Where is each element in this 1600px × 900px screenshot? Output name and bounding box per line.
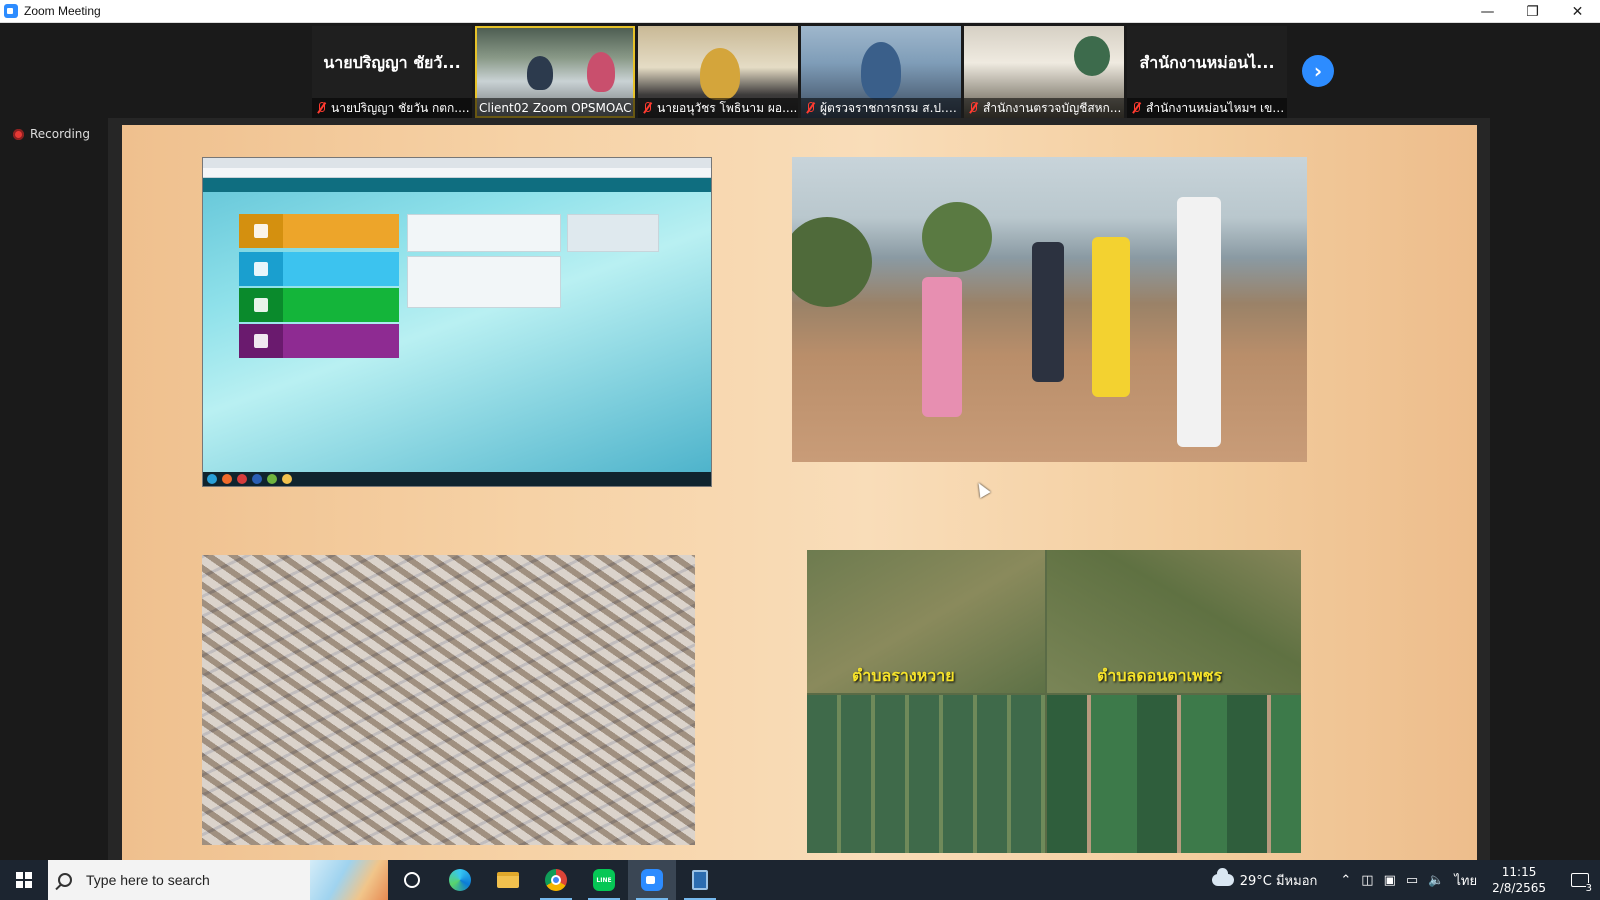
- cloud-icon: [1211, 868, 1234, 886]
- field-visit-photo: [792, 157, 1307, 462]
- participant-display-name: นายปริญญา ชัยวั...: [323, 52, 461, 72]
- mic-muted-icon: [968, 102, 978, 114]
- chrome-icon: [545, 869, 567, 891]
- participant-video-strip: นายปริญญา ชัยวั... นายปริญญา ชัยวัน กตก.…: [312, 26, 1287, 118]
- search-highlight-image: [310, 860, 388, 900]
- start-button[interactable]: [0, 860, 48, 900]
- folder-icon: [497, 872, 519, 888]
- chrome-taskbar-button[interactable]: [532, 860, 580, 900]
- network-status-icon[interactable]: ▣: [1384, 873, 1396, 888]
- participant-display-name: สำนักงานหม่อนไ...: [1139, 52, 1275, 72]
- system-tray: 29°C มีหมอก ⌃ ◫ ▣ ▭ 🔈 ไทย 11:15 2/8/2565…: [1211, 860, 1600, 900]
- action-center-button[interactable]: 3: [1560, 860, 1600, 900]
- participant-tile-active-speaker[interactable]: Client02 Zoom OPSMOAC: [475, 26, 635, 118]
- line-taskbar-button[interactable]: LINE: [580, 860, 628, 900]
- weather-text: 29°C มีหมอก: [1239, 873, 1318, 889]
- input-language-indicator[interactable]: ไทย: [1454, 870, 1477, 891]
- calculator-icon: [692, 870, 708, 890]
- meet-now-icon[interactable]: ◫: [1361, 873, 1373, 888]
- recording-label: Recording: [30, 127, 91, 141]
- participant-caption: สำนักงานตรวจบัญชีสหก...: [964, 98, 1124, 118]
- participant-name: Client02 Zoom OPSMOAC: [479, 101, 632, 115]
- window-titlebar: Zoom Meeting — ❐ ✕: [0, 0, 1600, 23]
- mic-muted-icon: [805, 102, 815, 114]
- minimize-button[interactable]: —: [1465, 0, 1510, 23]
- map-label-rang-wai: ตำบลรางหวาย: [852, 666, 955, 685]
- record-icon: [13, 128, 24, 140]
- line-icon: LINE: [593, 869, 615, 891]
- mic-muted-icon: [1131, 102, 1141, 114]
- zoom-taskbar-button[interactable]: [628, 860, 676, 900]
- chevron-up-icon[interactable]: ⌃: [1340, 873, 1351, 888]
- system-clock[interactable]: 11:15 2/8/2565: [1492, 864, 1546, 896]
- chevron-right-icon: ›: [1313, 59, 1323, 83]
- satellite-map-image: ตำบลรางหวาย ตำบลดอนตาเพชร: [807, 550, 1301, 853]
- edge-taskbar-button[interactable]: [436, 860, 484, 900]
- cortana-button[interactable]: [388, 860, 436, 900]
- participant-tile[interactable]: สำนักงานหม่อนไ... สำนักงานหม่อนไหมฯ เขต.…: [1127, 26, 1287, 118]
- weather-widget[interactable]: 29°C มีหมอก: [1211, 868, 1318, 891]
- participant-tile[interactable]: ผู้ตรวจราชการกรม ส.ป.ก....: [801, 26, 961, 118]
- zoom-app-icon: [4, 4, 18, 18]
- clock-time: 11:15: [1501, 865, 1537, 879]
- file-explorer-taskbar-button[interactable]: [484, 860, 532, 900]
- search-placeholder: Type here to search: [86, 872, 210, 888]
- calculator-taskbar-button[interactable]: [676, 860, 724, 900]
- notification-count: 3: [1585, 883, 1592, 894]
- participant-name: นายอนุวัชร โพธินาม ผอ....: [657, 100, 798, 115]
- search-icon: [58, 873, 72, 887]
- participant-name: นายปริญญา ชัยวัน กตก....: [331, 100, 470, 115]
- mic-muted-icon: [316, 102, 326, 114]
- participant-caption: นายปริญญา ชัยวัน กตก....: [312, 98, 472, 118]
- participant-caption: นายอนุวัชร โพธินาม ผอ....: [638, 98, 798, 118]
- windows-taskbar: Type here to search LINE 29°C มีหมอก ⌃ ◫…: [0, 860, 1600, 900]
- volume-icon[interactable]: 🔈: [1428, 873, 1444, 888]
- participant-tile[interactable]: สำนักงานตรวจบัญชีสหก...: [964, 26, 1124, 118]
- participant-caption: ผู้ตรวจราชการกรม ส.ป.ก....: [801, 98, 961, 118]
- shared-slide: ตำบลรางหวาย ตำบลดอนตาเพชร: [122, 125, 1477, 860]
- window-title: Zoom Meeting: [24, 4, 101, 18]
- map-label-don-ta-phet: ตำบลดอนตาเพชร: [1097, 666, 1223, 685]
- mic-muted-icon: [642, 102, 652, 114]
- edge-icon: [449, 869, 471, 891]
- taskbar-search-box[interactable]: Type here to search: [48, 860, 388, 900]
- display-icon[interactable]: ▭: [1406, 873, 1418, 888]
- close-button[interactable]: ✕: [1555, 0, 1600, 23]
- recording-indicator[interactable]: Recording: [13, 127, 90, 141]
- participant-caption: Client02 Zoom OPSMOAC: [475, 98, 635, 118]
- participant-caption: สำนักงานหม่อนไหมฯ เขต...: [1127, 98, 1287, 118]
- participant-name: สำนักงานตรวจบัญชีสหก...: [983, 100, 1122, 115]
- clock-date: 2/8/2565: [1492, 881, 1546, 895]
- participant-tile[interactable]: นายปริญญา ชัยวั... นายปริญญา ชัยวัน กตก.…: [312, 26, 472, 118]
- next-participants-button[interactable]: ›: [1302, 55, 1334, 87]
- restore-button[interactable]: ❐: [1510, 0, 1555, 23]
- shrimp-photo: [202, 555, 695, 845]
- participant-tile[interactable]: นายอนุวัชร โพธินาม ผอ....: [638, 26, 798, 118]
- participant-name: ผู้ตรวจราชการกรม ส.ป.ก....: [820, 100, 961, 115]
- cortana-icon: [404, 872, 420, 888]
- zoom-icon: [641, 869, 663, 891]
- website-screenshot-image: [202, 157, 712, 487]
- windows-logo-icon: [16, 872, 32, 888]
- window-controls: — ❐ ✕: [1465, 0, 1600, 23]
- participant-name: สำนักงานหม่อนไหมฯ เขต...: [1146, 100, 1287, 115]
